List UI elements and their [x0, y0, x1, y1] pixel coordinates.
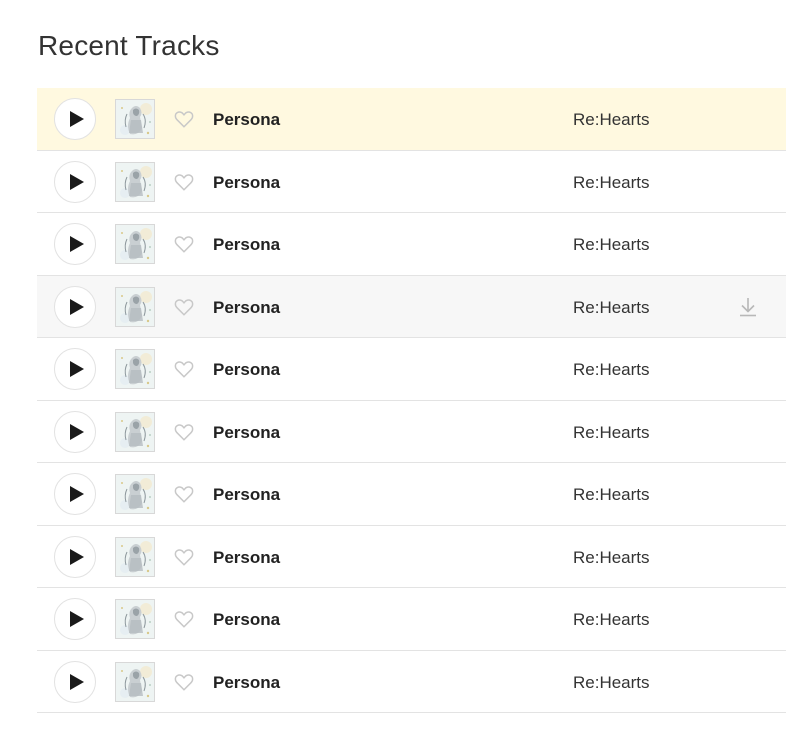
play-icon — [69, 673, 84, 690]
track-name[interactable]: Persona — [213, 673, 280, 693]
play-button[interactable] — [54, 98, 96, 140]
track-row[interactable]: Persona Re:Hearts — [37, 401, 786, 463]
favorite-button[interactable] — [173, 608, 195, 630]
heart-icon — [174, 236, 194, 253]
favorite-button[interactable] — [173, 421, 195, 443]
track-row[interactable]: Persona Re:Hearts — [37, 275, 786, 338]
favorite-button[interactable] — [173, 233, 195, 255]
album-cover[interactable] — [115, 99, 155, 139]
album-cover[interactable] — [115, 411, 155, 452]
artist-name[interactable]: Re:Hearts — [573, 298, 650, 318]
track-row[interactable]: Persona Re:Hearts — [37, 588, 786, 651]
track-name[interactable]: Persona — [213, 110, 280, 130]
album-cover[interactable] — [115, 599, 155, 639]
heart-icon — [174, 673, 194, 691]
artist-name[interactable]: Re:Hearts — [573, 610, 650, 630]
track-row[interactable]: Persona Re:Hearts — [37, 88, 786, 151]
track-name[interactable]: Persona — [213, 485, 280, 505]
artist-name[interactable]: Re:Hearts — [573, 360, 650, 380]
album-art-image — [116, 100, 154, 138]
favorite-button[interactable] — [173, 358, 195, 380]
album-cover[interactable] — [115, 536, 155, 577]
heart-icon — [174, 173, 194, 191]
artist-name[interactable]: Re:Hearts — [573, 110, 650, 130]
track-list: Persona Re:Hearts Persona Re:Hearts Pers… — [37, 88, 786, 713]
album-cover[interactable] — [115, 161, 155, 202]
favorite-button[interactable] — [173, 483, 195, 505]
play-icon — [69, 236, 84, 252]
album-cover[interactable] — [115, 349, 155, 389]
heart-icon — [174, 423, 194, 441]
artist-name[interactable]: Re:Hearts — [573, 423, 650, 443]
album-art-image — [116, 537, 154, 576]
play-icon — [69, 173, 84, 190]
heart-icon — [174, 298, 194, 316]
favorite-button[interactable] — [173, 171, 195, 193]
track-name[interactable]: Persona — [213, 360, 280, 380]
section-title: Recent Tracks — [38, 30, 220, 61]
track-row[interactable]: Persona Re:Hearts — [37, 338, 786, 401]
heart-icon — [174, 361, 194, 378]
track-row[interactable]: Persona Re:Hearts — [37, 463, 786, 526]
favorite-button[interactable] — [173, 671, 195, 693]
album-cover[interactable] — [115, 661, 155, 702]
download-icon — [740, 297, 756, 316]
album-cover[interactable] — [115, 474, 155, 514]
play-icon — [69, 111, 84, 127]
favorite-button[interactable] — [173, 296, 195, 318]
track-name[interactable]: Persona — [213, 548, 280, 568]
play-button[interactable] — [54, 285, 96, 328]
album-art-image — [116, 662, 154, 701]
track-row[interactable]: Persona Re:Hearts — [37, 151, 786, 213]
track-name[interactable]: Persona — [213, 235, 280, 255]
artist-name[interactable]: Re:Hearts — [573, 485, 650, 505]
track-name[interactable]: Persona — [213, 423, 280, 443]
recent-tracks-page: Recent Tracks Persona Re:Hearts Persona … — [0, 0, 786, 743]
artist-name[interactable]: Re:Hearts — [573, 173, 650, 193]
album-cover[interactable] — [115, 224, 155, 264]
favorite-button[interactable] — [173, 546, 195, 568]
play-icon — [69, 361, 84, 377]
album-art-image — [116, 350, 154, 388]
favorite-button[interactable] — [173, 108, 195, 130]
download-button[interactable] — [737, 296, 759, 318]
track-row[interactable]: Persona Re:Hearts — [37, 651, 786, 713]
heart-icon — [174, 486, 194, 503]
play-button[interactable] — [54, 223, 96, 265]
track-name[interactable]: Persona — [213, 173, 280, 193]
play-button[interactable] — [54, 473, 96, 515]
play-button[interactable] — [54, 410, 96, 453]
artist-name[interactable]: Re:Hearts — [573, 235, 650, 255]
play-button[interactable] — [54, 598, 96, 640]
album-art-image — [116, 287, 154, 326]
play-button[interactable] — [54, 535, 96, 578]
heart-icon — [174, 548, 194, 566]
track-name[interactable]: Persona — [213, 298, 280, 318]
album-art-image — [116, 412, 154, 451]
album-art-image — [116, 162, 154, 201]
heart-icon — [174, 611, 194, 628]
album-art-image — [116, 225, 154, 263]
play-icon — [69, 548, 84, 565]
track-name[interactable]: Persona — [213, 610, 280, 630]
artist-name[interactable]: Re:Hearts — [573, 548, 650, 568]
album-cover[interactable] — [115, 286, 155, 327]
play-button[interactable] — [54, 348, 96, 390]
play-icon — [69, 611, 84, 627]
play-icon — [69, 486, 84, 502]
track-row[interactable]: Persona Re:Hearts — [37, 526, 786, 588]
artist-name[interactable]: Re:Hearts — [573, 673, 650, 693]
album-art-image — [116, 600, 154, 638]
play-button[interactable] — [54, 660, 96, 703]
track-row[interactable]: Persona Re:Hearts — [37, 213, 786, 276]
album-art-image — [116, 475, 154, 513]
heart-icon — [174, 111, 194, 128]
play-icon — [69, 423, 84, 440]
play-icon — [69, 298, 84, 315]
play-button[interactable] — [54, 160, 96, 203]
